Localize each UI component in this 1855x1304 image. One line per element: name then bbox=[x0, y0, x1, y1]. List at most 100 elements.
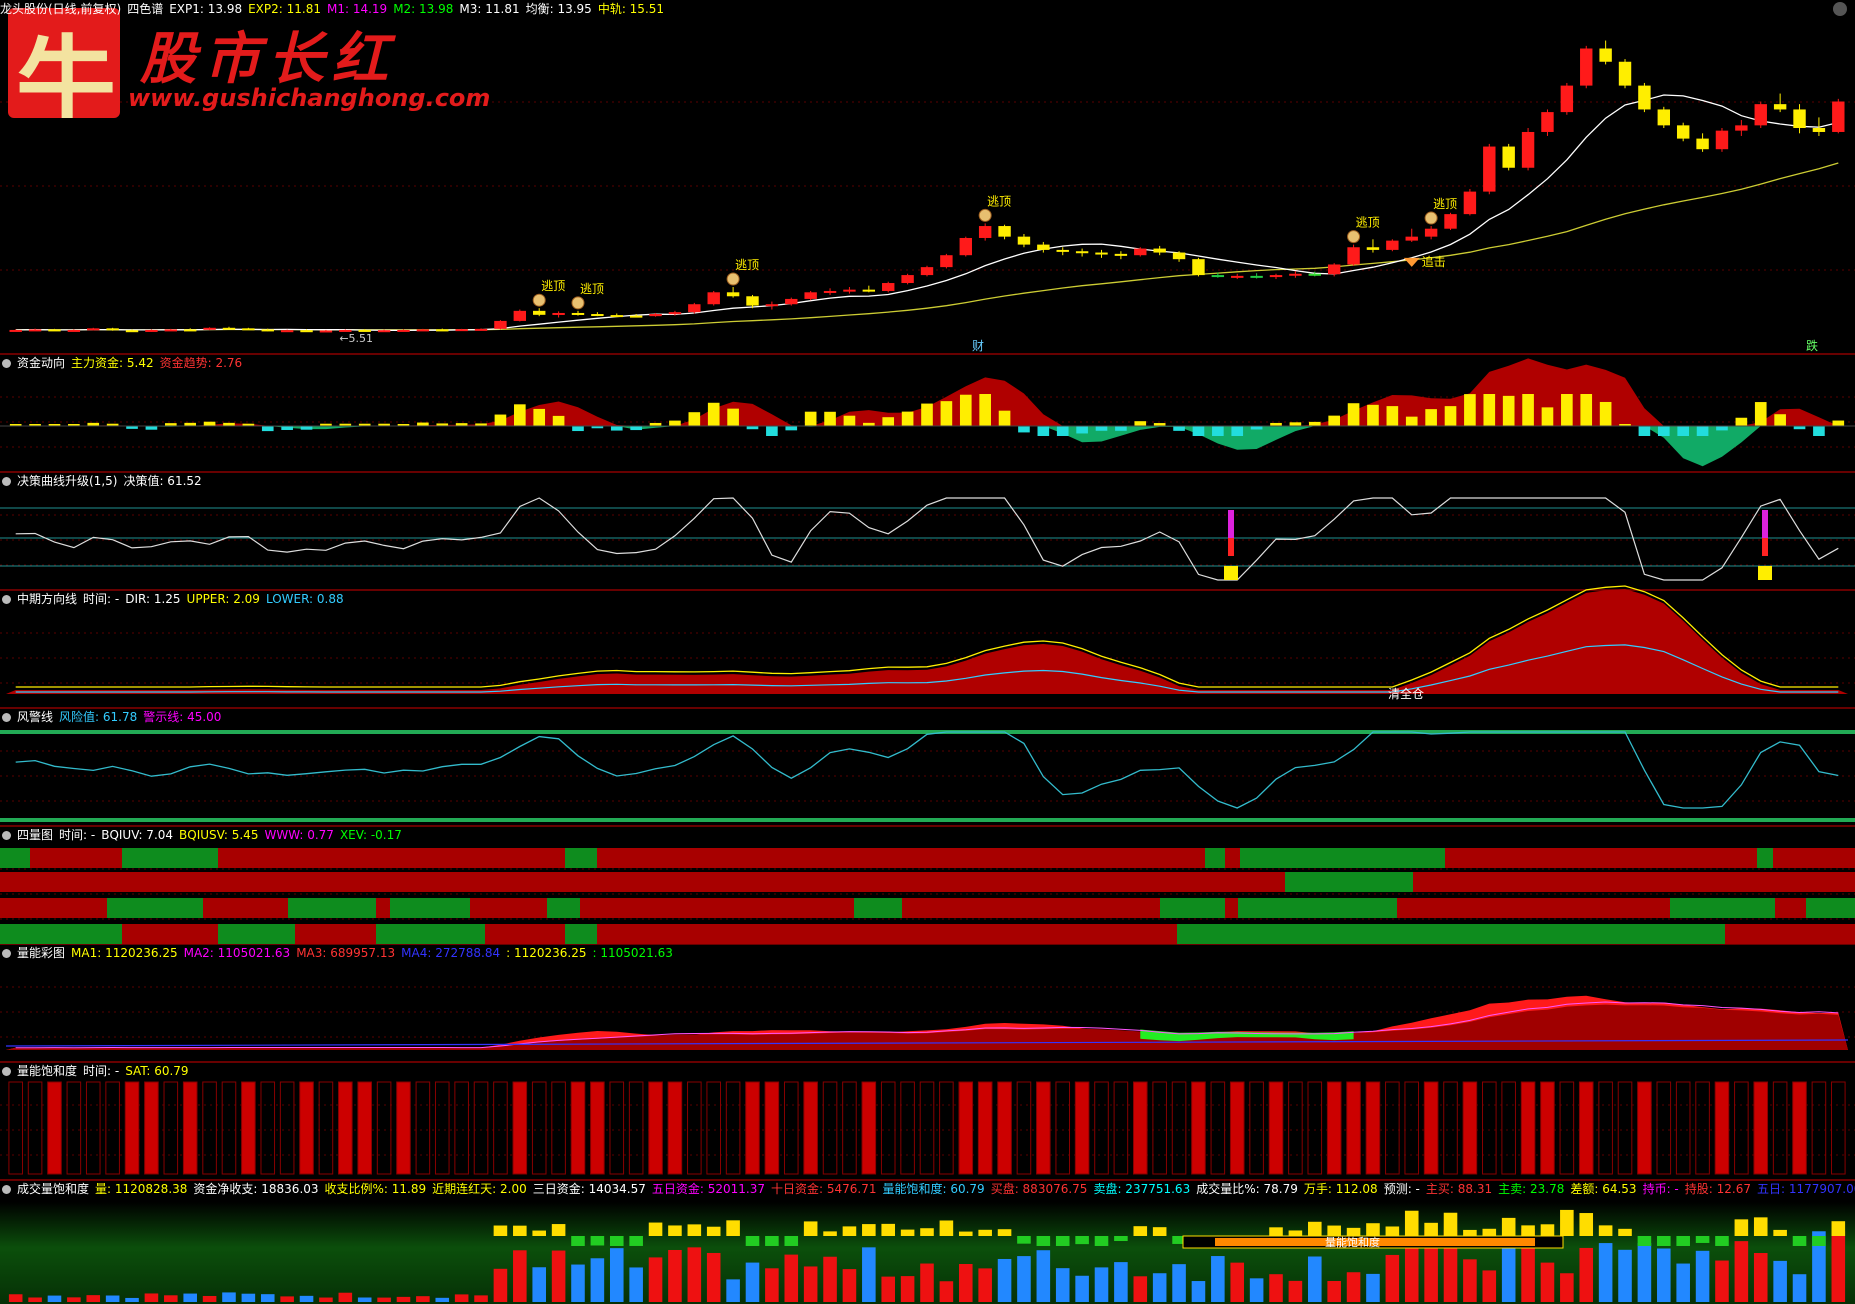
indicator-value: 差额: 64.53 bbox=[1570, 1182, 1637, 1196]
volume-bar bbox=[978, 1268, 992, 1302]
saturation-bar bbox=[415, 1081, 431, 1175]
net-flow-bar bbox=[784, 1236, 799, 1246]
candle-body bbox=[1599, 48, 1612, 62]
saturation-bar bbox=[1831, 1081, 1846, 1175]
saturation-bar bbox=[1443, 1081, 1458, 1175]
capital-bar bbox=[1580, 394, 1593, 426]
candle-body bbox=[1502, 146, 1515, 168]
capital-bar bbox=[1115, 426, 1127, 431]
money-bag-icon bbox=[571, 296, 585, 310]
capital-bar bbox=[1599, 401, 1612, 426]
net-flow-bar bbox=[1560, 1209, 1574, 1236]
saturation-bar bbox=[1695, 1081, 1710, 1175]
indicator-value: M3: 11.81 bbox=[459, 2, 520, 16]
net-flow-bar bbox=[823, 1231, 837, 1236]
net-flow-bar bbox=[1715, 1236, 1729, 1246]
panel-header-decision: 决策曲线升级(1,5) 决策值: 61.52 bbox=[0, 472, 208, 490]
volume-bar bbox=[319, 1297, 333, 1302]
signal-bar-top bbox=[1228, 510, 1234, 538]
net-flow-bar bbox=[1114, 1236, 1128, 1242]
candle-body bbox=[1463, 191, 1477, 215]
net-flow-bar bbox=[687, 1224, 702, 1236]
signal-bar-mid bbox=[1228, 538, 1234, 556]
net-flow-bar bbox=[1753, 1217, 1768, 1236]
volume-bar bbox=[1288, 1280, 1303, 1302]
collapse-caret-icon[interactable] bbox=[2, 1067, 11, 1076]
net-flow-bar bbox=[1579, 1213, 1594, 1236]
indicator-value: 万手: 112.08 bbox=[1303, 1182, 1378, 1196]
capital-bar bbox=[417, 422, 429, 426]
saturation-bar bbox=[861, 1081, 877, 1175]
volume-bar bbox=[1637, 1243, 1652, 1302]
candle-body bbox=[649, 314, 662, 317]
collapse-caret-icon[interactable] bbox=[2, 831, 11, 840]
indicator-value: 四色谱 bbox=[127, 2, 164, 16]
saturation-bar bbox=[1578, 1081, 1594, 1175]
candle-body bbox=[1405, 236, 1418, 241]
four-color-segment bbox=[0, 848, 30, 868]
volume-bar bbox=[1463, 1259, 1477, 1302]
candle-body bbox=[67, 329, 81, 332]
net-flow-bar bbox=[1695, 1236, 1710, 1243]
saturation-bar bbox=[27, 1081, 43, 1175]
chart-canvas[interactable]: 逃顶 逃顶逃顶逃顶逃顶逃顶←5.51追击财 跌清全仓量能饱和度 bbox=[0, 0, 1855, 1304]
saturation-bar bbox=[1307, 1081, 1323, 1175]
candle-body bbox=[1424, 228, 1438, 237]
four-color-segment bbox=[902, 898, 1160, 918]
net-flow-bar bbox=[1055, 1236, 1070, 1246]
volume-bar bbox=[745, 1262, 760, 1302]
saturation-bar bbox=[1617, 1081, 1633, 1175]
candle-body bbox=[145, 329, 158, 332]
candle-body bbox=[377, 330, 391, 333]
candle-body bbox=[203, 327, 216, 330]
net-flow-bar bbox=[1133, 1226, 1148, 1236]
capital-bar bbox=[1813, 426, 1825, 436]
capital-bar bbox=[1056, 426, 1069, 436]
net-flow-bar bbox=[1346, 1227, 1361, 1236]
capital-bar bbox=[1192, 426, 1205, 436]
finance-marker: 财 bbox=[972, 339, 984, 353]
saturation-bar bbox=[1772, 1081, 1788, 1175]
volume-bar bbox=[1152, 1273, 1167, 1302]
net-flow-bar bbox=[1812, 1236, 1826, 1246]
candle-body bbox=[1056, 249, 1069, 252]
four-color-segment bbox=[1240, 848, 1445, 868]
volume-bar bbox=[1501, 1242, 1516, 1302]
volume-bar bbox=[881, 1276, 896, 1302]
net-flow-bar bbox=[726, 1220, 740, 1236]
four-color-segment bbox=[1160, 898, 1225, 918]
panel-header-energy: 量能彩图 MA1: 1120236.25 MA2: 1105021.63 MA3: 6… bbox=[0, 944, 679, 962]
capital-bar bbox=[804, 411, 817, 426]
capital-bar bbox=[610, 426, 623, 431]
volume-bar bbox=[629, 1267, 643, 1302]
net-flow-bar bbox=[1482, 1228, 1497, 1236]
capital-bar bbox=[727, 408, 739, 426]
volume-bar bbox=[8, 1294, 23, 1302]
volume-bar bbox=[338, 1292, 353, 1302]
money-bag-icon bbox=[532, 293, 546, 307]
candle-body bbox=[1289, 273, 1302, 276]
window-menu-icon[interactable] bbox=[1833, 2, 1847, 16]
capital-bar bbox=[921, 403, 933, 426]
net-flow-bar bbox=[1424, 1222, 1438, 1236]
candle-body bbox=[552, 312, 565, 315]
saturation-bar bbox=[1520, 1081, 1536, 1175]
volume-bar bbox=[1133, 1276, 1148, 1302]
panel-header-direction: 中期方向线 时间: - DIR: 1.25 UPPER: 2.09 LOWER: 0.8… bbox=[0, 590, 350, 608]
collapse-caret-icon[interactable] bbox=[2, 595, 11, 604]
volume-bar bbox=[1055, 1268, 1070, 1302]
volume-bar bbox=[28, 1297, 42, 1302]
collapse-caret-icon[interactable] bbox=[2, 949, 11, 958]
candle-body bbox=[533, 310, 546, 315]
volume-bar bbox=[1579, 1247, 1594, 1302]
collapse-caret-icon[interactable] bbox=[2, 477, 11, 486]
volume-bar bbox=[1327, 1280, 1341, 1302]
saturation-bar bbox=[1268, 1081, 1284, 1175]
candle-body bbox=[726, 292, 740, 297]
collapse-caret-icon[interactable] bbox=[2, 1185, 11, 1194]
collapse-caret-icon[interactable] bbox=[2, 713, 11, 722]
collapse-caret-icon[interactable] bbox=[2, 359, 11, 368]
capital-bar bbox=[300, 426, 313, 430]
volume-bar bbox=[1657, 1248, 1671, 1302]
volume-bar bbox=[1560, 1273, 1574, 1302]
